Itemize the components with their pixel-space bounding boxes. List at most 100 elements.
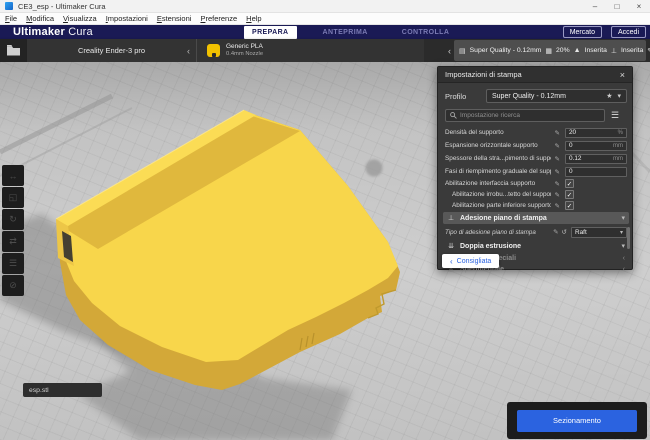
- setting-value-field[interactable]: 20%: [565, 127, 627, 138]
- move-tool-button[interactable]: ↔: [2, 165, 24, 186]
- tab-preview[interactable]: ANTEPRIMA: [315, 26, 376, 39]
- tool-column: ↔ ◱ ↻ ⇄ ☰ ⊘: [2, 165, 24, 296]
- checkbox-checked[interactable]: ✓: [565, 201, 574, 210]
- panel-scrollbar[interactable]: [627, 227, 630, 249]
- adhesion-type-dropdown[interactable]: Raft ▾: [571, 226, 627, 238]
- menu-edit[interactable]: Modifica: [26, 14, 54, 23]
- setting-row-support-floor[interactable]: Abilitazione parte inferiore supporto ✎ …: [445, 200, 627, 211]
- recommended-mode-button[interactable]: ‹ Consigliata: [442, 254, 500, 268]
- setting-row-support-roof[interactable]: Abilitazione irrobu...tetto del supporto…: [445, 189, 627, 200]
- section-title: Doppia estrusione: [460, 242, 522, 250]
- setting-row-support-density[interactable]: Densità del supporto ✎ 20%: [445, 127, 627, 138]
- setting-row-support-interface[interactable]: Abilitazione interfaccia supporto ✎ ✓: [445, 178, 627, 189]
- collapse-settings-chevron[interactable]: ‹: [448, 46, 451, 56]
- material-name: Generic PLA: [226, 43, 263, 51]
- menu-extensions[interactable]: Estensioni: [157, 14, 192, 23]
- app-header: Ultimaker Cura PREPARA ANTEPRIMA CONTROL…: [0, 25, 650, 39]
- print-settings-summary[interactable]: ▤ Super Quality - 0.12mm ▦ 20% ▲ Inserit…: [454, 40, 650, 61]
- pencil-icon[interactable]: ✎: [555, 202, 560, 210]
- quality-icon: ▤: [459, 47, 466, 55]
- menu-view[interactable]: Visualizza: [63, 14, 97, 23]
- marketplace-button[interactable]: Mercato: [562, 26, 602, 38]
- checkbox-checked[interactable]: ✓: [565, 190, 574, 199]
- chevron-down-icon: ▾: [621, 215, 625, 222]
- setting-value-field[interactable]: 0.12 mm: [565, 153, 627, 164]
- pencil-icon[interactable]: ✎: [553, 228, 558, 236]
- support-blocker-button[interactable]: ⊘: [2, 275, 24, 296]
- setting-value: 0.12: [569, 155, 582, 162]
- material-selector[interactable]: Generic PLA 0.4mm Nozzle: [196, 39, 424, 62]
- pencil-icon[interactable]: ✎: [555, 168, 560, 176]
- pencil-icon[interactable]: ✎: [555, 155, 560, 163]
- search-input[interactable]: [460, 112, 600, 119]
- pencil-icon[interactable]: ✎: [555, 142, 560, 150]
- checkbox-checked[interactable]: ✓: [565, 179, 574, 188]
- close-button[interactable]: ×: [628, 0, 650, 13]
- setting-row-gradual-support-steps[interactable]: Fasi di riempimento graduale del support…: [445, 166, 627, 177]
- pencil-icon[interactable]: ✎: [555, 191, 560, 199]
- window-title: CE3_esp - Ultimaker Cura: [18, 1, 106, 11]
- setting-value-field[interactable]: 0 mm: [565, 140, 627, 151]
- infill-icon: ▦: [545, 47, 553, 55]
- search-icon: [450, 112, 457, 119]
- object-list[interactable]: esp.stl: [23, 383, 102, 397]
- undo-icon[interactable]: ↺: [562, 228, 567, 236]
- settings-filter-icon[interactable]: ☰: [611, 110, 619, 121]
- search-row: ☰: [445, 109, 627, 122]
- maximize-button[interactable]: □: [606, 0, 628, 13]
- menu-file[interactable]: File: [5, 14, 17, 23]
- signin-button[interactable]: Accedi: [610, 26, 646, 38]
- recommended-label: Consigliata: [456, 257, 492, 265]
- pencil-icon[interactable]: ✎: [555, 129, 560, 137]
- adhesion-section-icon: ⊥: [447, 215, 455, 222]
- tab-monitor[interactable]: CONTROLLA: [394, 26, 458, 39]
- stage-tabs: PREPARA ANTEPRIMA CONTROLLA: [244, 25, 457, 39]
- setting-row-horizontal-expansion[interactable]: Espansione orizzontale supporto ✎ 0 mm: [445, 140, 627, 151]
- setting-label: Tipo di adesione piano di stampa: [445, 228, 536, 236]
- profile-dropdown[interactable]: Super Quality - 0.12mm ★ ▾: [486, 89, 627, 103]
- setting-label: Abilitazione interfaccia supporto: [445, 180, 536, 187]
- dual-extrusion-icon: ⇊: [448, 243, 454, 250]
- panel-header[interactable]: Impostazioni di stampa ×: [438, 67, 632, 83]
- slice-button[interactable]: Sezionamento: [517, 409, 637, 432]
- setting-row-adhesion-type[interactable]: Tipo di adesione piano di stampa ✎ ↺ Raf…: [445, 226, 627, 238]
- menu-help[interactable]: Help: [246, 14, 261, 23]
- panel-close-icon[interactable]: ×: [620, 70, 625, 80]
- scale-icon: ◱: [8, 192, 18, 202]
- adhesion-icon: ⊥: [610, 47, 617, 55]
- setting-label: Abilitazione irrobu...tetto del supporto: [452, 191, 551, 198]
- profile-value: Super Quality - 0.12mm: [492, 92, 566, 100]
- chevron-icon: ‹: [622, 265, 625, 273]
- logo-light: Cura: [68, 26, 93, 38]
- minimize-button[interactable]: –: [584, 0, 606, 13]
- open-file-button[interactable]: [0, 39, 26, 62]
- pencil-icon[interactable]: ✎: [555, 180, 560, 188]
- per-model-settings-icon: ☰: [8, 258, 18, 268]
- star-icon[interactable]: ★: [606, 92, 612, 100]
- setting-value-field[interactable]: 0: [565, 166, 627, 177]
- search-box[interactable]: [445, 109, 605, 122]
- app-icon: [5, 2, 13, 10]
- material-spool-icon: [207, 44, 220, 57]
- chevron-left-icon: ‹: [187, 45, 190, 56]
- setting-row-support-layer-thickness[interactable]: Spessore della stra...pimento di support…: [445, 153, 627, 164]
- setting-unit: mm: [613, 142, 623, 149]
- per-model-settings-button[interactable]: ☰: [2, 253, 24, 274]
- section-dual-extrusion[interactable]: ⇊ Doppia estrusione ▾: [443, 240, 629, 252]
- menu-settings[interactable]: Impostazioni: [106, 14, 148, 23]
- scale-tool-button[interactable]: ◱: [2, 187, 24, 208]
- tab-prepare[interactable]: PREPARA: [244, 25, 297, 39]
- setting-label: Spessore della stra...pimento di support…: [445, 155, 551, 162]
- setting-unit: mm: [613, 155, 623, 162]
- nozzle-size: 0.4mm Nozzle: [226, 50, 264, 57]
- section-title: Adesione piano di stampa: [460, 214, 547, 222]
- rotate-tool-button[interactable]: ↻: [2, 209, 24, 230]
- setting-label: Densità del supporto: [445, 129, 504, 136]
- mirror-tool-button[interactable]: ⇄: [2, 231, 24, 252]
- menu-preferences[interactable]: Preferenze: [200, 14, 237, 23]
- mirror-icon: ⇄: [9, 236, 17, 246]
- section-build-plate-adhesion[interactable]: ⊥ Adesione piano di stampa ▾: [443, 212, 629, 224]
- printer-selector[interactable]: Creality Ender-3 pro ‹: [26, 39, 196, 62]
- chevron-down-icon: ▾: [617, 93, 621, 100]
- chevron-left-icon: ‹: [450, 256, 453, 266]
